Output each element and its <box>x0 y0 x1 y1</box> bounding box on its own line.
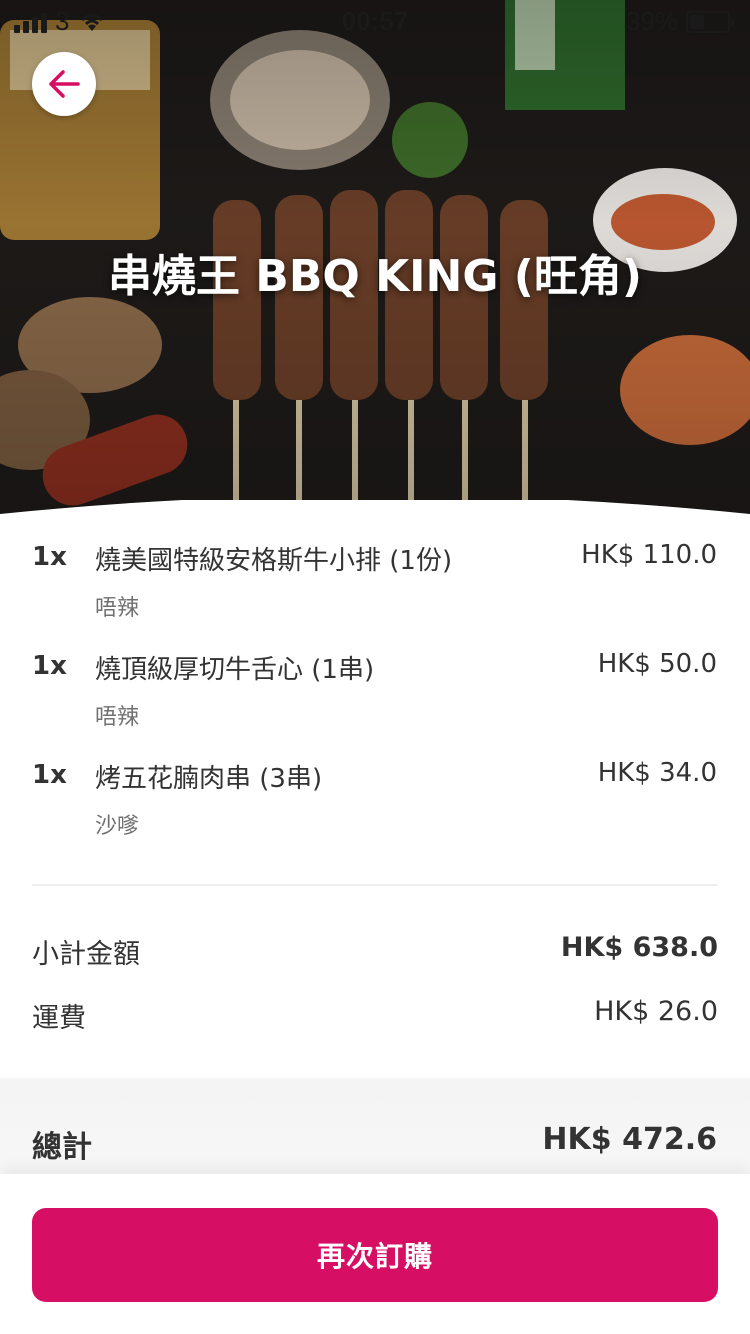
battery-icon <box>686 10 734 33</box>
battery-percent: 39% <box>625 6 678 36</box>
subtotal-value: HK$ 638.0 <box>560 932 718 963</box>
item-name: 燒美國特級安格斯牛小排 (1份) <box>95 546 453 576</box>
restaurant-title: 串燒王 BBQ KING (旺角) <box>107 251 643 302</box>
item-option: 唔辣 <box>95 596 140 621</box>
item-price: HK$ 50.0 <box>597 649 717 679</box>
item-option: 唔辣 <box>95 705 140 730</box>
subtotal-label: 小計金額 <box>32 939 140 970</box>
battery-fill <box>690 14 704 29</box>
order-item-list: 1x 燒美國特級安格斯牛小排 (1份) HK$ 110.0 唔辣 1x 燒頂級厚… <box>0 540 750 867</box>
list-item: 1x 烤五花腩肉串 (3串) HK$ 34.0 沙嗲 <box>0 758 750 867</box>
item-quantity: 1x <box>32 760 67 790</box>
item-price: HK$ 34.0 <box>597 758 717 788</box>
back-button[interactable] <box>32 52 96 116</box>
item-price: HK$ 110.0 <box>581 540 717 570</box>
item-option: 沙嗲 <box>95 814 140 839</box>
divider <box>32 884 718 886</box>
total-label: 總計 <box>32 1130 92 1165</box>
item-name: 烤五花腩肉串 (3串) <box>95 764 323 794</box>
list-item: 1x 燒美國特級安格斯牛小排 (1份) HK$ 110.0 唔辣 <box>0 540 750 649</box>
bottom-action-bar: 再次訂購 <box>0 1174 750 1334</box>
total-value: HK$ 472.6 <box>542 1122 717 1157</box>
delivery-fee-value: HK$ 26.0 <box>594 996 718 1027</box>
delivery-fee-label: 運費 <box>32 1003 86 1034</box>
restaurant-hero-image: 3 00:57 39% 串燒王 BBQ KING (旺角) <box>0 0 750 560</box>
list-item: 1x 燒頂級厚切牛舌心 (1串) HK$ 50.0 唔辣 <box>0 649 750 758</box>
subtotal-row: 小計金額 HK$ 638.0 <box>32 932 718 972</box>
arrow-left-icon <box>49 70 80 98</box>
total-row: 總計 HK$ 472.6 <box>0 1078 750 1188</box>
reorder-button[interactable]: 再次訂購 <box>32 1208 718 1302</box>
item-quantity: 1x <box>32 542 67 572</box>
item-name: 燒頂級厚切牛舌心 (1串) <box>95 655 375 685</box>
delivery-fee-row: 運費 HK$ 26.0 <box>32 996 718 1036</box>
status-bar: 3 00:57 39% <box>0 0 750 40</box>
item-quantity: 1x <box>32 651 67 681</box>
status-right: 39% <box>625 6 734 37</box>
